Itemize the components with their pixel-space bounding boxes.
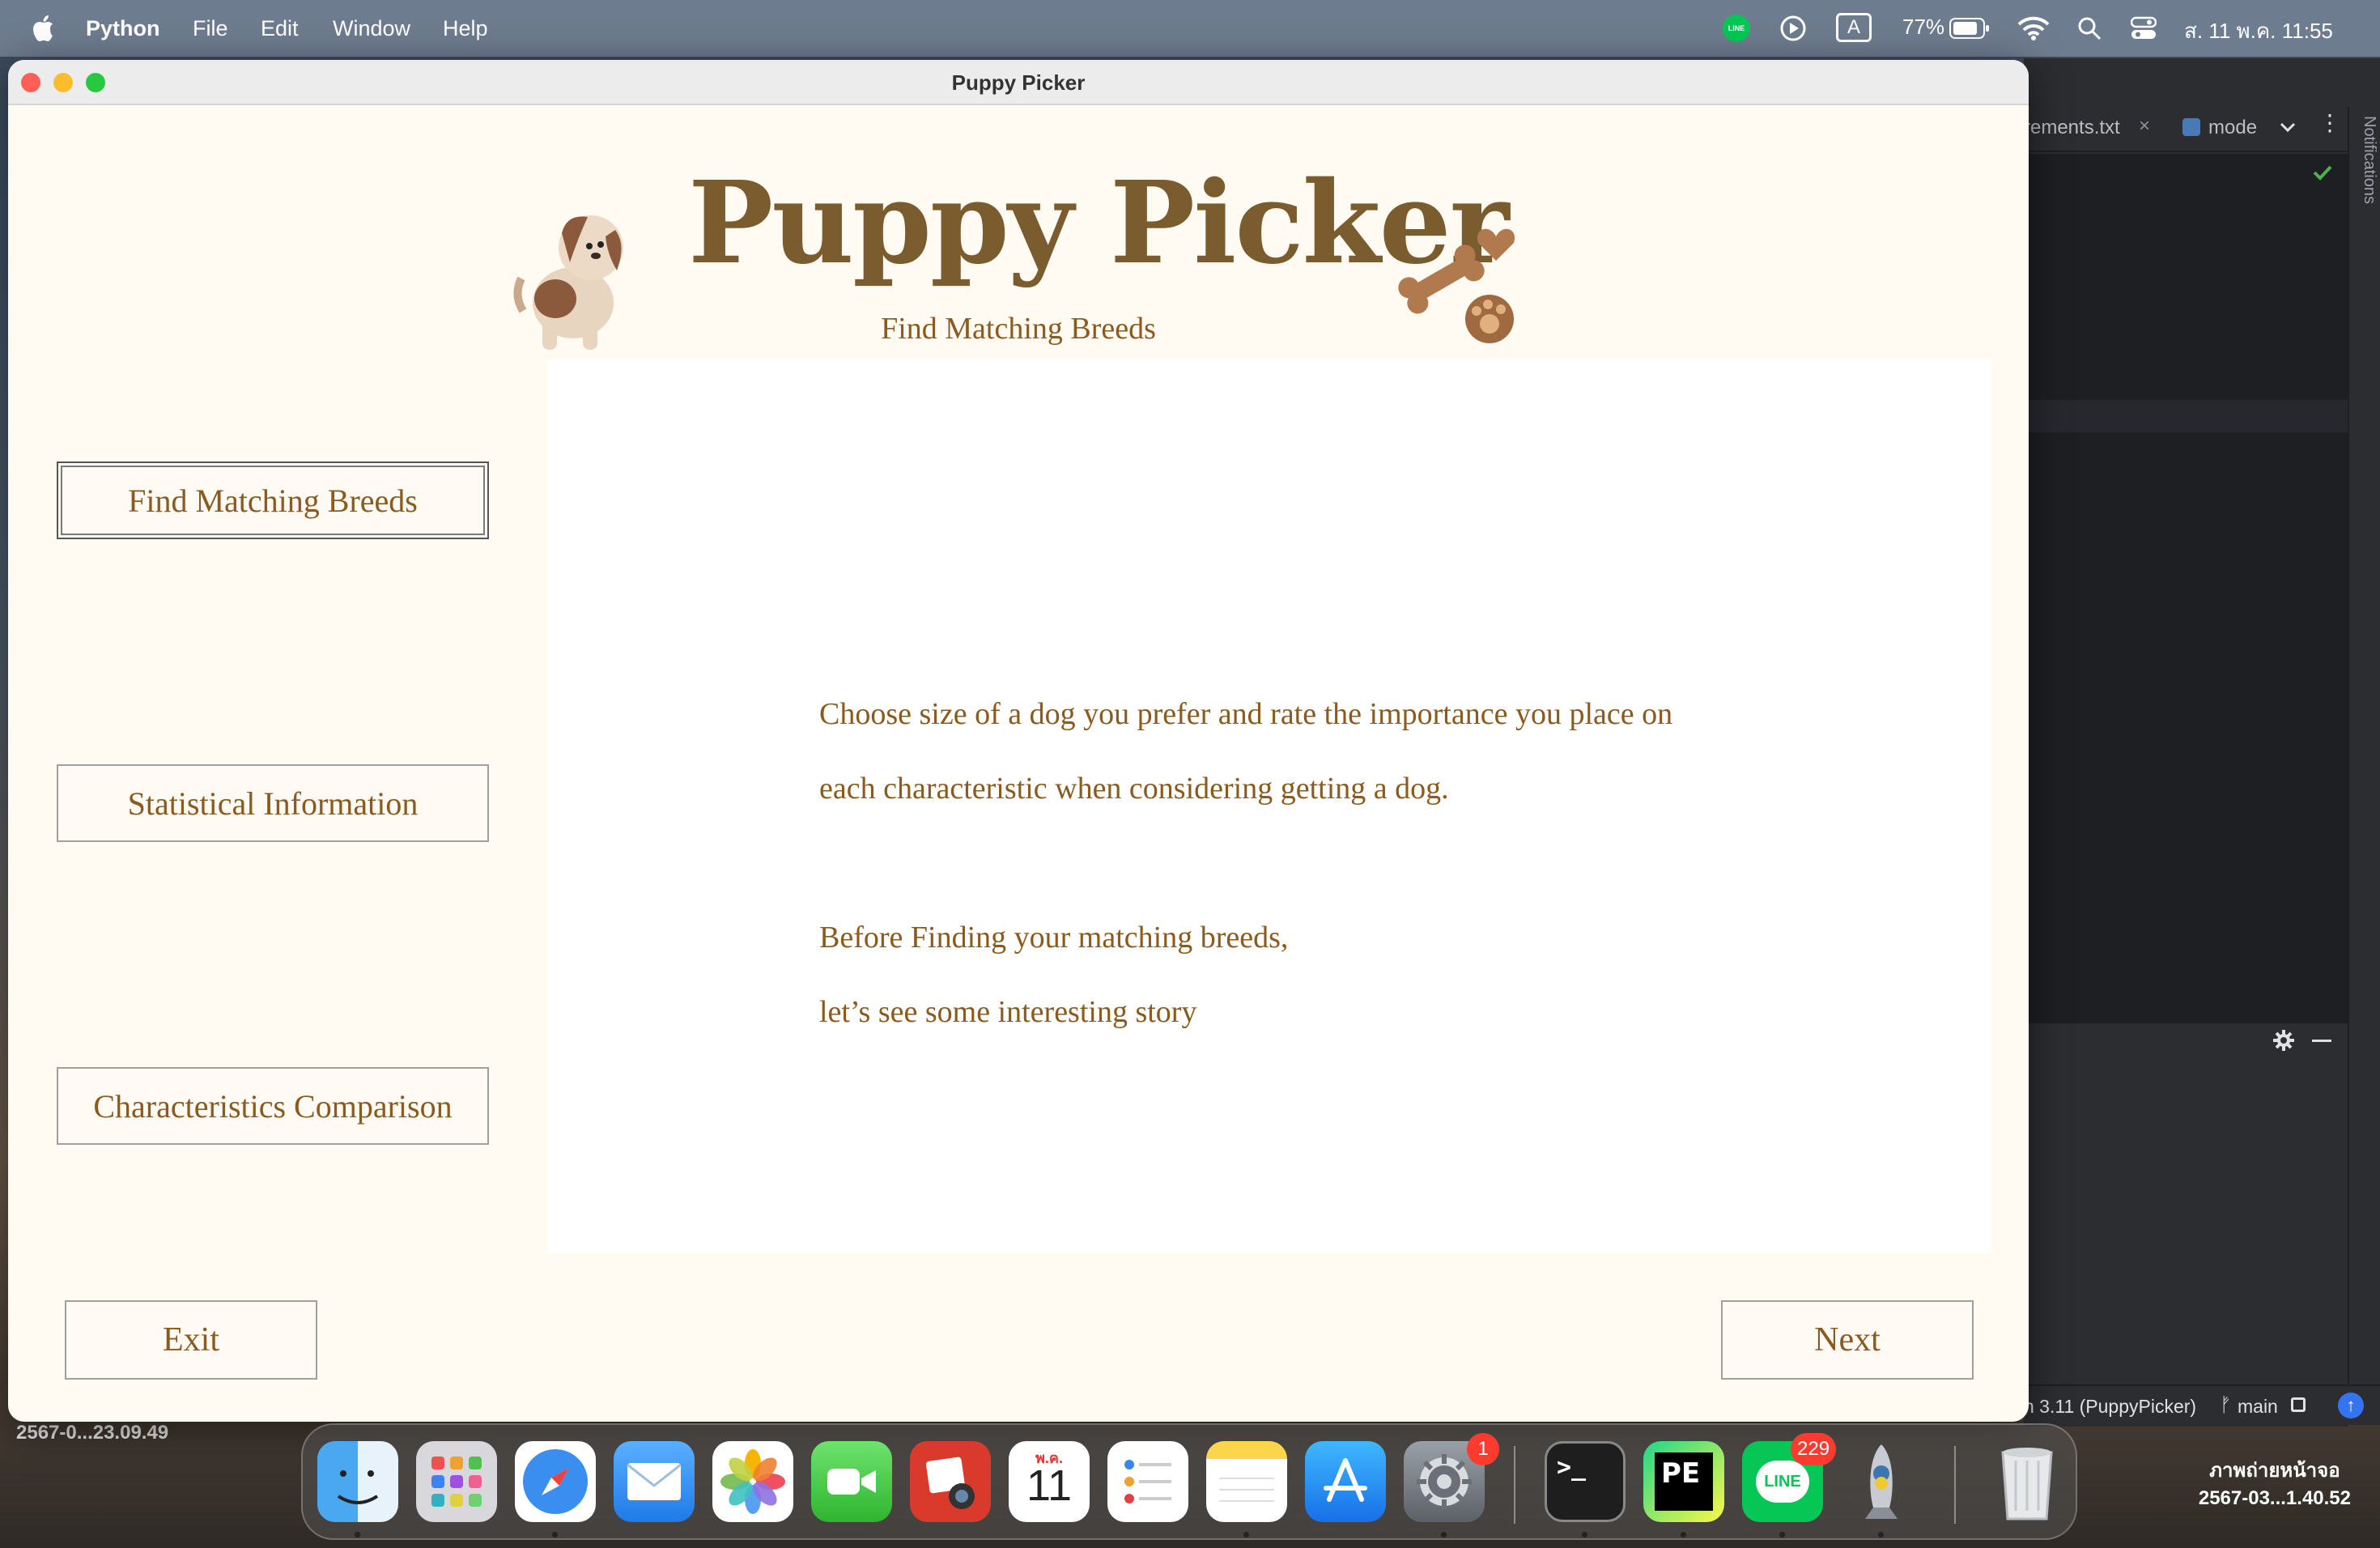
app-title: Puppy Picker	[688, 157, 1509, 290]
exit-button[interactable]: Exit	[65, 1300, 317, 1380]
find-matching-breeds-button[interactable]: Find Matching Breeds	[57, 461, 489, 539]
menu-edit[interactable]: Edit	[261, 16, 299, 41]
line-running-dot	[1779, 1532, 1785, 1537]
characteristics-comparison-button[interactable]: Characteristics Comparison	[57, 1067, 489, 1145]
wifi-icon[interactable]	[2017, 15, 2050, 40]
pycharm-label: PE	[1655, 1452, 1713, 1511]
trash-icon[interactable]	[1987, 1441, 2068, 1522]
finder-icon[interactable]	[317, 1441, 398, 1522]
page-subtitle: Find Matching Breeds	[881, 312, 1156, 346]
instruction-line-2: each characteristic when considering get…	[819, 772, 1449, 806]
battery-percent: 77%	[1902, 15, 1945, 39]
terminal-prompt: >_	[1557, 1453, 1587, 1482]
clock[interactable]: ส. 11 พ.ค. 11:55	[2184, 15, 2333, 48]
desktop-screenshot-file[interactable]: ภาพถ่ายหน้าจอ 2567-03...1.40.52	[2199, 1457, 2351, 1512]
pycharm-icon[interactable]: PE	[1643, 1441, 1724, 1522]
chevron-down-icon[interactable]	[2280, 121, 2296, 133]
finder-running-dot	[355, 1532, 360, 1537]
line-notification-badge: 229	[1791, 1433, 1837, 1465]
window-titlebar[interactable]: Puppy Picker	[8, 60, 2029, 105]
notes-icon[interactable]	[1206, 1441, 1287, 1522]
line-app-label: LINE	[1756, 1461, 1809, 1503]
dock-separator	[1514, 1446, 1515, 1524]
gear-icon[interactable]	[2272, 1028, 2296, 1053]
minimize-window-button[interactable]	[53, 73, 73, 92]
branch-label[interactable]: main	[2238, 1396, 2278, 1418]
terminal-icon[interactable]: >_	[1545, 1441, 1626, 1522]
zoom-window-button[interactable]	[86, 73, 105, 92]
play-circle-icon[interactable]	[1779, 15, 1807, 42]
menu-app-name[interactable]: Python	[86, 16, 160, 41]
menu-window[interactable]: Window	[333, 16, 410, 41]
content-panel: Choose size of a dog you prefer and rate…	[547, 359, 1991, 1253]
ide-tab-model[interactable]: mode	[2208, 117, 2257, 139]
puppy-picker-window: Puppy Picker Puppy Picker Find Matching …	[8, 60, 2029, 1422]
spotlight-search-icon[interactable]	[2077, 16, 2102, 40]
apple-icon[interactable]	[31, 14, 55, 41]
screenshot-name: 2567-03...1.40.52	[2198, 1487, 2351, 1509]
instruction-line-1: Choose size of a dog you prefer and rate…	[819, 697, 1673, 731]
input-source-indicator[interactable]: A	[1836, 13, 1872, 42]
python-launcher-icon[interactable]	[1841, 1441, 1922, 1522]
intro-line-2: let’s see some interesting story	[819, 995, 1197, 1029]
launchpad-icon[interactable]	[416, 1441, 497, 1522]
statistical-information-button[interactable]: Statistical Information	[57, 764, 489, 842]
line-status-icon[interactable]: LINE	[1723, 15, 1750, 42]
settings-notification-badge: 1	[1467, 1433, 1499, 1465]
ide-current-line	[2024, 400, 2348, 432]
dock: พ.ค. 11 1 >_ PE LINE 229	[301, 1423, 2077, 1540]
check-icon	[2313, 165, 2332, 181]
python-running-dot	[1878, 1532, 1884, 1537]
menu-help[interactable]: Help	[443, 16, 488, 41]
update-icon[interactable]: ↑	[2338, 1393, 2364, 1418]
app-store-icon[interactable]	[1305, 1441, 1386, 1522]
close-icon[interactable]: ×	[2139, 115, 2150, 138]
control-center-icon[interactable]	[2131, 16, 2157, 40]
menu-bar: Python File Edit Window Help LINE A 77% …	[0, 0, 2380, 57]
window-title: Puppy Picker	[951, 70, 1086, 95]
reminders-icon[interactable]	[1107, 1441, 1188, 1522]
photo-booth-icon[interactable]	[910, 1441, 991, 1522]
safari-icon[interactable]	[515, 1441, 596, 1522]
ide-status-bar: n 3.11 (PuppyPicker) ᚠ main ↑	[2024, 1384, 2380, 1425]
terminal-running-dot	[1582, 1532, 1587, 1537]
facetime-icon[interactable]	[811, 1441, 892, 1522]
notes-running-dot	[1243, 1532, 1249, 1537]
calendar-day: 11	[1026, 1461, 1073, 1510]
battery-icon[interactable]	[1949, 18, 1990, 39]
ide-right-strip	[2348, 107, 2380, 1418]
dock-separator	[1954, 1446, 1956, 1524]
next-button[interactable]: Next	[1721, 1300, 1974, 1380]
settings-running-dot	[1441, 1532, 1447, 1537]
python-file-icon	[2182, 118, 2200, 136]
safari-running-dot	[552, 1532, 558, 1537]
menu-file[interactable]: File	[193, 16, 228, 41]
interpreter-label[interactable]: n 3.11 (PuppyPicker)	[2024, 1396, 2196, 1418]
ide-editor[interactable]	[2024, 154, 2348, 1036]
ide-tab-requirements[interactable]: rements.txt	[2024, 117, 2120, 139]
close-window-button[interactable]	[21, 73, 40, 92]
branch-icon: ᚠ	[2220, 1394, 2232, 1416]
screenshot-title: ภาพถ่ายหน้าจอ	[2209, 1460, 2340, 1482]
lock-icon[interactable]	[2291, 1397, 2306, 1412]
notifications-tab[interactable]: Notifications	[2360, 116, 2378, 204]
more-options-icon[interactable]: ⋮	[2318, 112, 2341, 134]
minimize-panel-icon[interactable]	[2312, 1040, 2331, 1042]
ide-bottom-panel	[2024, 1022, 2348, 1427]
photos-icon[interactable]	[712, 1441, 793, 1522]
pycharm-running-dot	[1681, 1532, 1686, 1537]
mail-icon[interactable]	[614, 1441, 695, 1522]
calendar-icon[interactable]: พ.ค. 11	[1009, 1441, 1090, 1522]
intro-line-1: Before Finding your matching breeds,	[819, 921, 1289, 955]
ide-window: rements.txt × mode ⋮ Notifications n 3.1…	[2024, 58, 2380, 1427]
desktop-file-label[interactable]: 2567-0...23.09.49	[16, 1422, 168, 1444]
